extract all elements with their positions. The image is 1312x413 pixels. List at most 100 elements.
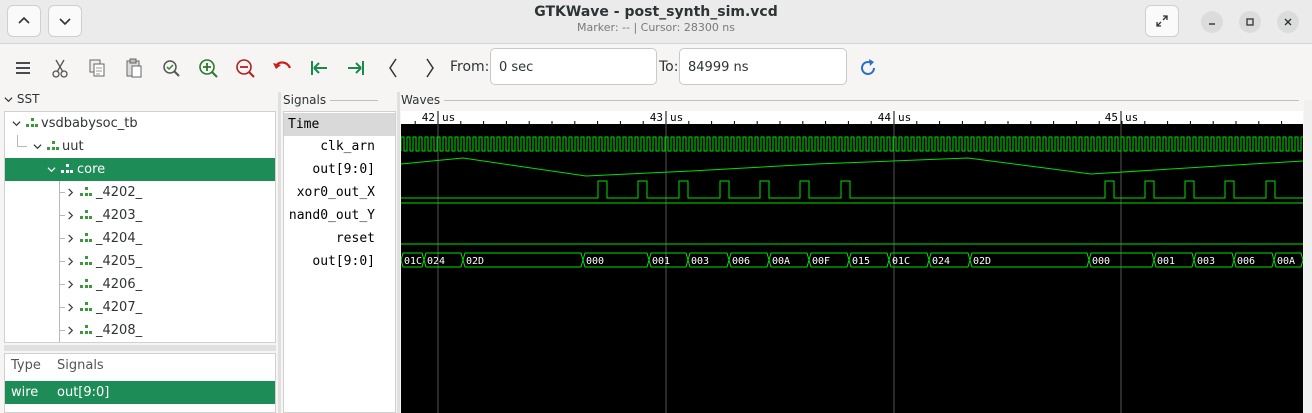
tree-item-label: _4206_ — [96, 277, 143, 292]
zoom-in-button[interactable] — [195, 55, 221, 81]
signal-nand0-out-y[interactable]: nand0_out_Y — [284, 204, 395, 227]
hierarchy-icon — [26, 118, 38, 127]
bus-value-label: 00F — [812, 256, 830, 267]
zoom-in-icon — [199, 59, 218, 78]
reload-button[interactable] — [855, 55, 881, 81]
bus-value-label: 006 — [1237, 256, 1255, 267]
time-marker-label: 44 — [878, 111, 892, 124]
time-marker-label: 45 — [1105, 111, 1118, 124]
signal-xor0-out-x[interactable]: xor0_out_X — [284, 181, 395, 204]
time-marker-unit: us — [1125, 111, 1138, 124]
tree-item-4206[interactable]: _4206_ — [5, 273, 275, 296]
chevron-right-icon — [68, 257, 74, 266]
time-marker-unit: us — [442, 111, 455, 124]
type-column-header[interactable]: Type — [11, 358, 41, 373]
undo-zoom-button[interactable] — [269, 55, 295, 81]
waves-scrollbar[interactable] — [1304, 100, 1312, 413]
to-field[interactable]: 84999 ns — [679, 48, 847, 85]
tree-item-4202[interactable]: _4202_ — [5, 181, 275, 204]
tree-item-label: _4207_ — [96, 300, 143, 315]
chevron-right-icon — [68, 303, 74, 312]
signal-type-list: Type Signals wire out[9:0] — [4, 353, 276, 413]
maximize-button[interactable] — [1239, 11, 1261, 33]
bus-value-label: 000 — [586, 256, 604, 267]
bus-value-label: 02D — [973, 256, 991, 267]
tree-item-4205[interactable]: _4205_ — [5, 250, 275, 273]
fullscreen-button[interactable] — [1145, 5, 1179, 37]
waveform-svg[interactable]: 42 us 43 us 44 us 45 us 01C 024 02D 000 001 003 006 00… — [401, 111, 1303, 413]
bus-value-label: 02D — [466, 256, 484, 267]
signal-out-bus[interactable]: out[9:0] — [284, 250, 395, 273]
waveform-canvas[interactable]: 42 us 43 us 44 us 45 us 01C 024 02D 000 001 003 006 00… — [401, 111, 1303, 413]
tree-item-4203[interactable]: _4203_ — [5, 204, 275, 227]
menu-button[interactable] — [10, 55, 36, 81]
undo-icon — [273, 61, 292, 69]
wave-out-bus: 01C 024 02D 000 001 003 006 00A 00F 015 01C 024 02D 0… — [401, 252, 1303, 268]
chevron-right-icon — [426, 58, 434, 78]
expand-icon — [1156, 15, 1168, 27]
chevron-right-icon — [68, 211, 74, 220]
minimize-button[interactable] — [1201, 11, 1223, 33]
scroll-left-button[interactable] — [380, 55, 406, 81]
tree-item-4207[interactable]: _4207_ — [5, 296, 275, 319]
tree-item-label: core — [77, 162, 106, 177]
chevron-right-icon — [68, 326, 74, 335]
bus-value-label: 01C — [404, 256, 422, 267]
window-subtitle: Marker: -- | Cursor: 28300 ns — [576, 21, 736, 34]
paste-icon — [126, 58, 142, 78]
signal-list-row[interactable]: wire out[9:0] — [5, 381, 275, 404]
signal-clk-arn[interactable]: clk_arn — [284, 135, 395, 158]
tree-item-4204[interactable]: _4204_ — [5, 227, 275, 250]
tree-item-label: _4202_ — [96, 185, 143, 200]
signals-column-header[interactable]: Signals — [57, 358, 104, 373]
window-title: GTKWave - post_synth_sim.vcd — [534, 4, 778, 20]
tree-item-label: uut — [62, 139, 84, 154]
signal-out-analog[interactable]: out[9:0] — [284, 158, 395, 181]
time-marker-unit: us — [898, 111, 911, 124]
zoom-fit-button[interactable] — [158, 55, 184, 81]
tree-item-label: _4203_ — [96, 208, 143, 223]
close-icon — [1284, 18, 1292, 26]
hierarchy-icon — [61, 164, 73, 173]
zoom-out-button[interactable] — [232, 55, 258, 81]
pane-splitter[interactable] — [4, 345, 276, 351]
chevron-right-icon — [68, 188, 74, 197]
sst-tree[interactable]: vsdbabysoc_tb uut core _4202_ _4203_ _42… — [4, 111, 276, 343]
from-field[interactable]: 0 sec — [490, 48, 657, 85]
tree-item-uut[interactable]: uut — [5, 135, 275, 158]
zoom-out-icon — [236, 59, 255, 78]
collapse-chevron-icon — [4, 97, 13, 103]
goto-start-button[interactable] — [306, 55, 332, 81]
hierarchy-icon — [80, 325, 92, 334]
tree-item-core[interactable]: core — [5, 158, 275, 181]
paste-button[interactable] — [121, 55, 147, 81]
tree-item-4208[interactable]: _4208_ — [5, 319, 275, 342]
signals-list: Time clk_arn out[9:0] xor0_out_X nand0_o… — [283, 111, 396, 413]
close-button[interactable] — [1277, 11, 1299, 33]
tree-item-label: _4205_ — [96, 254, 143, 269]
chevron-down-icon — [47, 167, 56, 173]
copy-button[interactable] — [84, 55, 110, 81]
scissors-icon — [52, 59, 68, 78]
bus-value-label: 00A — [1277, 256, 1295, 267]
pane-splitter[interactable] — [397, 92, 400, 413]
goto-end-button[interactable] — [343, 55, 369, 81]
tree-item-label: _4208_ — [96, 323, 143, 338]
title-bar: GTKWave - post_synth_sim.vcd Marker: -- … — [0, 0, 1312, 44]
chevron-right-icon — [68, 234, 74, 243]
scroll-right-button[interactable] — [417, 55, 443, 81]
hierarchy-icon — [47, 141, 59, 150]
tree-item-label: vsdbabysoc_tb — [41, 116, 138, 131]
signal-reset[interactable]: reset — [284, 227, 395, 250]
pane-splitter[interactable] — [278, 92, 281, 413]
chevron-down-icon — [12, 121, 21, 127]
bus-value-label: 00A — [772, 256, 790, 267]
signals-header-label: Signals — [283, 93, 327, 107]
goto-start-icon — [311, 61, 327, 75]
cut-button[interactable] — [47, 55, 73, 81]
hierarchy-icon — [80, 302, 92, 311]
tree-item-vsdbabysoc-tb[interactable]: vsdbabysoc_tb — [5, 112, 275, 135]
time-marker-label: 42 — [422, 111, 435, 124]
waves-header: Waves — [401, 93, 1300, 107]
hierarchy-icon — [80, 187, 92, 196]
